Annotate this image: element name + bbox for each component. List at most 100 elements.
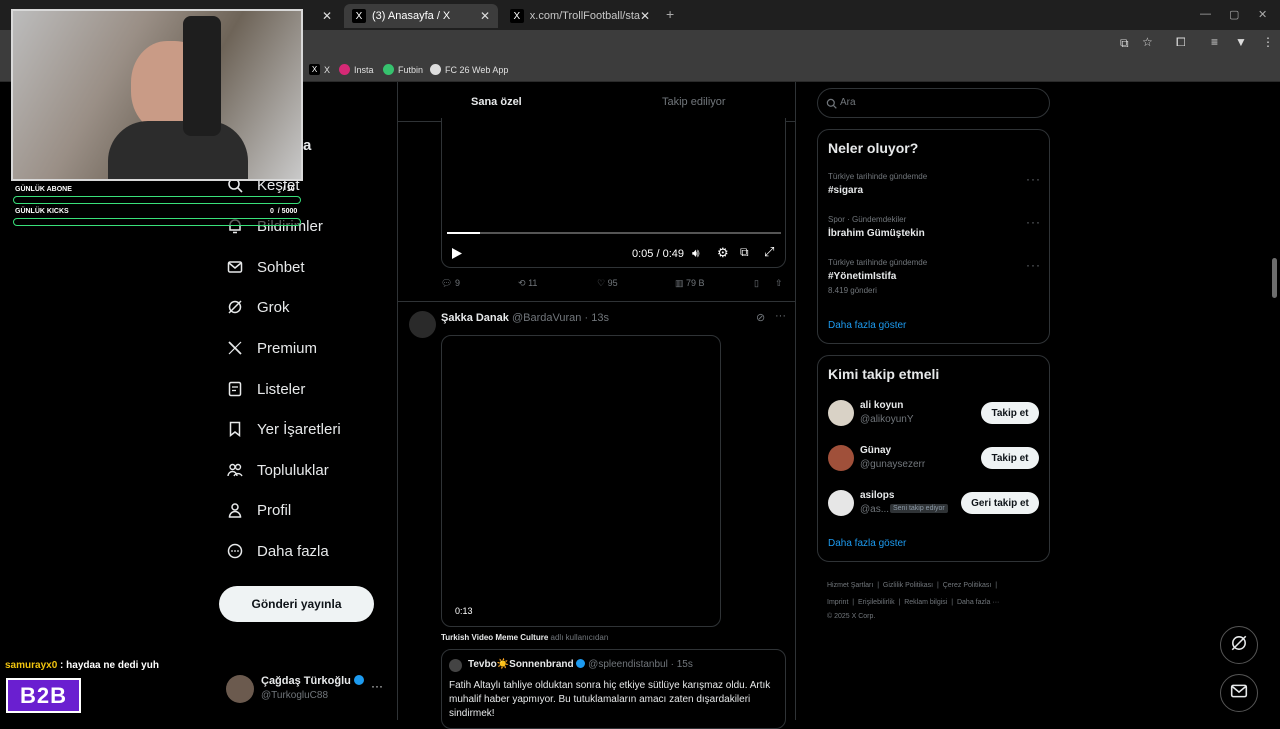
sidebar-item-notifications[interactable]: Bildirimler xyxy=(226,211,323,241)
follows-you-badge: Seni takip ediyor xyxy=(890,504,948,513)
grok-fab-button[interactable] xyxy=(1220,626,1258,664)
browser-tab-status[interactable]: X x.com/TrollFootball/status/2009 ✕ xyxy=(502,4,658,28)
follow-back-button[interactable]: Geri takip et xyxy=(961,492,1039,514)
more-icon[interactable]: ··· xyxy=(371,679,383,693)
repost-button[interactable]: ⟲ 11 xyxy=(518,278,537,289)
messages-fab-button[interactable] xyxy=(1220,674,1258,712)
author-handle[interactable]: @BardaVuran xyxy=(512,312,581,324)
bookmark-icon[interactable]: ▯ xyxy=(754,278,759,289)
bookmark-insta[interactable]: Insta xyxy=(339,64,374,75)
browser-tab-hidden[interactable]: ✕ xyxy=(300,4,340,28)
follow-suggestion[interactable]: Günay @gunaysezerr Takip et xyxy=(828,443,1043,473)
close-icon[interactable]: ✕ xyxy=(480,9,490,23)
follow-suggestion[interactable]: ali koyun @alikoyunY Takip et xyxy=(828,398,1043,428)
more-icon[interactable]: ··· xyxy=(775,310,786,322)
search-box[interactable]: Ara xyxy=(817,88,1050,118)
attribution-source[interactable]: Turkish Video Meme Culture xyxy=(441,633,548,642)
settings-icon[interactable]: ⚙ xyxy=(717,245,729,261)
more-icon[interactable]: ··· xyxy=(1026,215,1041,229)
tab-for-you[interactable]: Sana özel xyxy=(471,96,522,108)
account-name: Çağdaş Türkoğlu xyxy=(261,675,364,687)
close-icon[interactable]: ✕ xyxy=(322,9,332,23)
video-player[interactable]: 0:05 / 0:49 🔊︎ ⚙ ⧉ ⤢ xyxy=(441,118,786,268)
bookmark-futbin[interactable]: Futbin xyxy=(383,64,423,75)
sidebar-item-more[interactable]: Daha fazla xyxy=(226,536,329,566)
extensions-icon[interactable]: ⧠ xyxy=(1176,35,1186,50)
sidebar-item-label: Yer İşaretleri xyxy=(257,420,341,438)
star-icon[interactable]: ☆ xyxy=(1142,35,1153,49)
pip-icon[interactable]: ⧉ xyxy=(740,245,749,260)
new-tab-button[interactable]: + xyxy=(666,6,674,22)
avatar[interactable] xyxy=(409,311,436,338)
who-show-more[interactable]: Daha fazla göster xyxy=(828,538,906,549)
like-button[interactable]: ♡ 95 xyxy=(597,278,618,289)
verified-icon xyxy=(353,675,364,685)
post-time[interactable]: · 13s xyxy=(584,312,608,324)
close-icon[interactable]: ✕ xyxy=(640,9,650,23)
browser-tab-home[interactable]: X (3) Anasayfa / X ✕ xyxy=(344,4,498,28)
trend-item[interactable]: Türkiye tarihinde gündemde #YönetimIstif… xyxy=(828,258,1043,302)
media-icon[interactable]: ≡ xyxy=(1211,35,1218,49)
more-icon[interactable]: ··· xyxy=(1026,172,1041,186)
volume-icon[interactable]: 🔊︎ xyxy=(692,246,700,261)
fullscreen-icon[interactable]: ⤢ xyxy=(764,244,774,260)
trend-count: 8.419 gönderi xyxy=(828,286,877,295)
suggestion-handle: @as... xyxy=(860,504,890,515)
window-close-icon[interactable]: ✕ xyxy=(1258,8,1267,21)
reply-icon: 💬︎ xyxy=(441,278,453,288)
reply-button[interactable]: 💬︎ 9 xyxy=(441,278,460,289)
author-name[interactable]: Şakka Danak xyxy=(441,312,509,324)
minimize-icon[interactable]: — xyxy=(1200,8,1211,20)
maximize-icon[interactable]: ▢ xyxy=(1229,8,1239,21)
play-icon[interactable] xyxy=(451,247,463,265)
menu-icon[interactable]: ⋮ xyxy=(1262,35,1274,49)
video-attribution: Turkish Video Meme Culture adlı kullanıc… xyxy=(441,633,608,642)
sidebar-item-label: Listeler xyxy=(257,380,306,398)
footer-link-more[interactable]: Daha fazla ··· xyxy=(957,599,999,606)
views-button[interactable]: ▥ 79 B xyxy=(675,278,705,289)
more-icon[interactable]: ··· xyxy=(1026,258,1041,272)
footer-link-cookies[interactable]: Çerez Politikası xyxy=(943,582,992,589)
page-scrollbar[interactable] xyxy=(1272,258,1277,298)
trend-item[interactable]: Spor · Gündemdekiler İbrahim Gümüştekin … xyxy=(828,215,1043,249)
daily-kicks-bar xyxy=(13,218,301,226)
sidebar-item-chat[interactable]: Sohbet xyxy=(226,252,305,282)
repost-icon: ⟲ xyxy=(518,278,526,288)
profile-shield-icon[interactable]: ▼ xyxy=(1235,35,1247,49)
footer-link-ads[interactable]: Reklam bilgisi xyxy=(904,599,947,606)
account-switcher[interactable]: Çağdaş Türkoğlu @TurkogluC88 ··· xyxy=(226,673,386,707)
sidebar-item-bookmarks[interactable]: Yer İşaretleri xyxy=(226,414,341,444)
sidebar-item-grok[interactable]: Grok xyxy=(226,292,290,322)
tab-title: (3) Anasayfa / X xyxy=(372,10,451,22)
follow-button[interactable]: Takip et xyxy=(981,402,1039,424)
trends-show-more[interactable]: Daha fazla göster xyxy=(828,320,906,331)
video-progress-fill xyxy=(447,232,481,234)
footer-link-privacy[interactable]: Gizlilik Politikası xyxy=(883,582,933,589)
bookmark-fc26[interactable]: FC 26 Web App xyxy=(430,64,508,75)
who-title: Kimi takip etmeli xyxy=(828,366,940,382)
grok-icon[interactable]: ⊘ xyxy=(756,311,765,324)
bookmark-icon xyxy=(226,420,244,438)
video-player[interactable]: 0:13 xyxy=(441,335,721,627)
footer-link-terms[interactable]: Hizmet Şartları xyxy=(827,582,873,589)
quote-author-handle: @spleendistanbul xyxy=(588,659,668,670)
tab-following[interactable]: Takip ediliyor xyxy=(662,96,726,108)
sidebar-item-communities[interactable]: Topluluklar xyxy=(226,455,329,485)
follow-button[interactable]: Takip et xyxy=(981,447,1039,469)
post-button[interactable]: Gönderi yayınla xyxy=(219,586,374,622)
share-icon[interactable]: ⇧ xyxy=(775,278,783,289)
follow-suggestion[interactable]: asilops @as... Seni takip ediyor Geri ta… xyxy=(828,488,1043,518)
sidebar-item-lists[interactable]: Listeler xyxy=(226,374,305,404)
sidebar-item-premium[interactable]: Premium xyxy=(226,333,317,363)
footer-link-accessibility[interactable]: Erişilebilirlik xyxy=(858,599,895,606)
sidebar-item-profile[interactable]: Profil xyxy=(226,495,291,525)
quoted-post[interactable]: Tevbo☀️Sonnenbrand @spleendistanbul · 15… xyxy=(441,649,786,729)
trend-item[interactable]: Türkiye tarihinde gündemde #sigara ··· xyxy=(828,172,1043,206)
quote-text: Fatih Altaylı tahliye olduktan sonra hiç… xyxy=(449,680,771,719)
avatar xyxy=(226,675,254,703)
bookmark-x[interactable]: XX xyxy=(309,64,330,75)
install-icon[interactable]: ⧉ xyxy=(1120,36,1129,51)
footer-link-imprint[interactable]: Imprint xyxy=(827,599,848,606)
search-icon xyxy=(826,96,837,114)
video-progress-track[interactable] xyxy=(447,232,781,234)
